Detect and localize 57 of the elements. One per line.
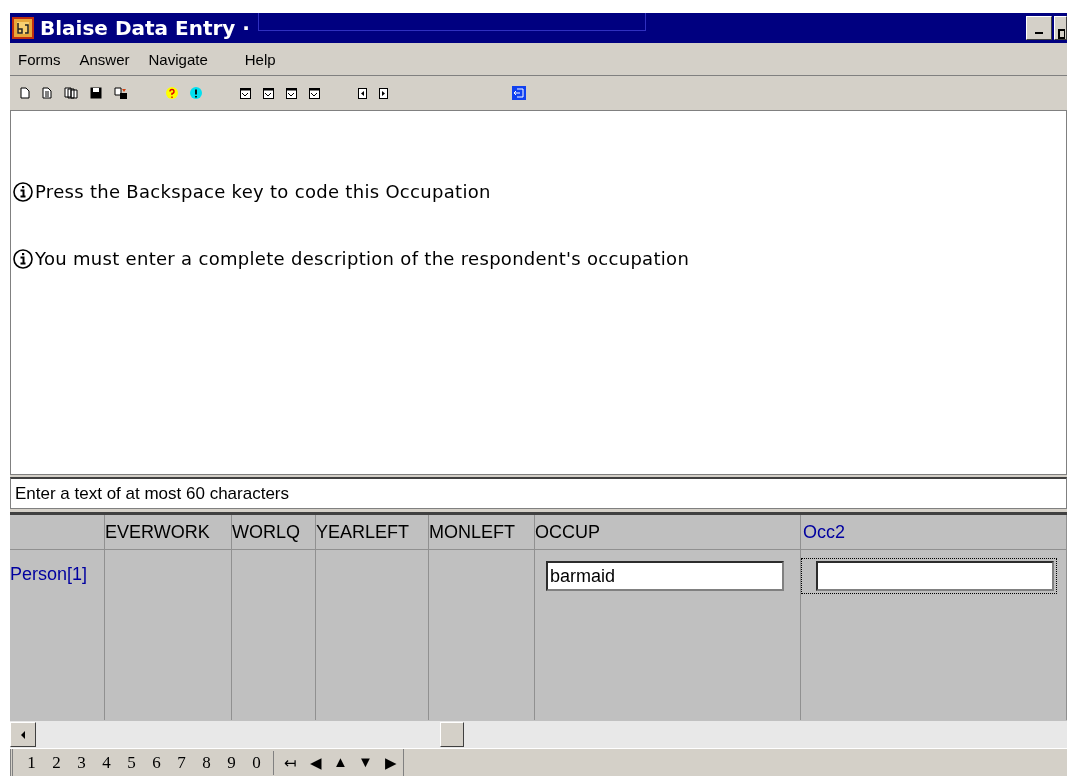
scroll-thumb[interactable] [440,722,464,747]
scroll-left-button[interactable] [10,722,36,747]
column-header: OCCUP [535,521,600,543]
arrow-key[interactable]: ◀ [303,750,328,775]
input-field[interactable]: barmaid [546,561,784,591]
window-title: Blaise Data Entry · [40,16,250,40]
new-document-icon[interactable] [20,87,30,99]
exit-icon[interactable] [512,86,526,100]
next-page-icon[interactable] [379,87,388,99]
digit-key[interactable]: 7 [169,750,194,775]
info-icon[interactable] [190,87,202,99]
previous-page-icon[interactable] [358,87,367,99]
arrow-key[interactable]: ▼ [353,750,378,775]
save-as-icon[interactable] [114,87,128,99]
horizontal-scrollbar[interactable] [10,721,1067,748]
restore-button[interactable] [1054,16,1067,40]
app-logo-icon [12,17,34,39]
column-header: Occ2 [803,521,845,543]
menu-item[interactable]: Navigate [148,50,208,68]
arrow-key[interactable]: ▲ [328,750,353,775]
digit-key[interactable]: 4 [94,750,119,775]
minimize-icon [1035,32,1043,34]
hint-text: Enter a text of at most 60 characters [10,477,1067,509]
menu-item[interactable]: Answer [79,50,130,68]
row-header: Person[1] [10,564,88,585]
form-icon[interactable] [309,87,320,99]
save-icon[interactable] [90,87,102,99]
menu-item[interactable]: Help [244,50,276,68]
help-icon[interactable] [166,87,178,99]
digit-key[interactable]: 8 [194,750,219,775]
digit-key[interactable]: 2 [44,750,69,775]
message-text: Press the Backspace key to code this Occupation [35,181,491,202]
column-header: MONLEFT [429,521,515,543]
digit-key[interactable]: 3 [69,750,94,775]
info-icon [13,181,33,202]
column-header: EVERWORK [105,521,210,543]
document-icon[interactable] [42,87,52,99]
form-icon[interactable] [286,87,297,99]
arrow-key[interactable]: ↤ [278,750,303,775]
form-icon[interactable] [263,87,274,99]
info-icon [13,248,33,269]
documents-icon[interactable] [64,87,78,99]
digit-key[interactable]: 1 [19,750,44,775]
column-header: WORLQ [232,521,300,543]
restore-icon [1056,29,1065,39]
column-header: YEARLEFT [316,521,410,543]
digit-key[interactable]: 0 [244,750,269,775]
message-text: You must enter a complete description of the respondent's occupation [35,248,690,269]
minimize-button[interactable] [1026,16,1052,40]
form-icon[interactable] [240,87,251,99]
digit-key[interactable]: 6 [144,750,169,775]
input-field[interactable] [816,561,1054,591]
left-arrow-icon [20,729,26,740]
menu-item[interactable]: Forms [18,50,61,68]
digit-key[interactable]: 9 [219,750,244,775]
digit-key[interactable]: 5 [119,750,144,775]
arrow-key[interactable]: ▶ [378,750,403,775]
